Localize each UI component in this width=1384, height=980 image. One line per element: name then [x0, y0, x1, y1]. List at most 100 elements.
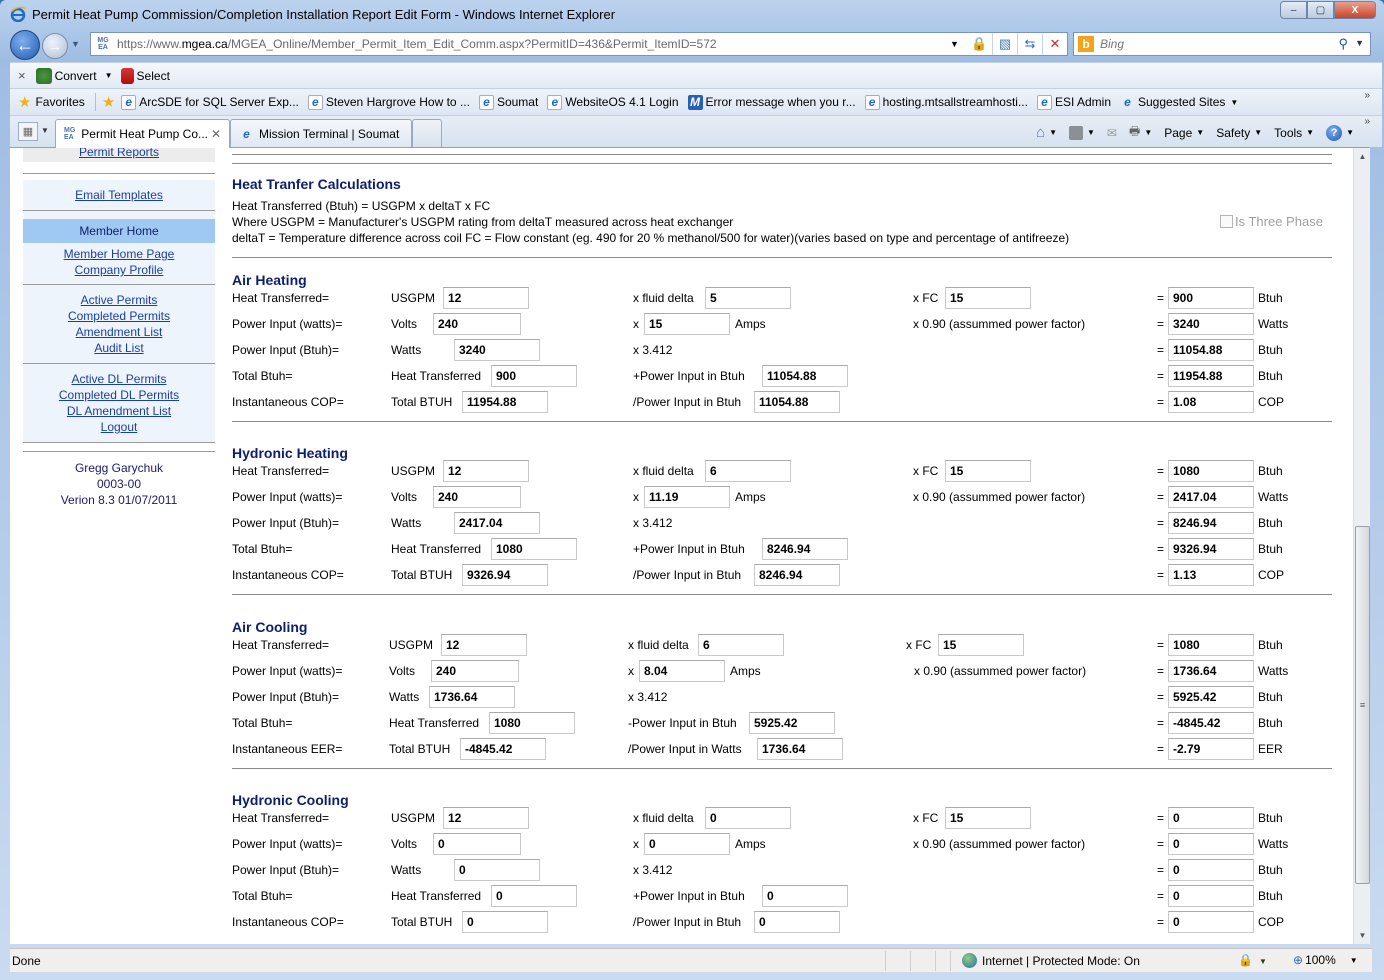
result-input[interactable]: [1168, 460, 1254, 482]
sidebar-link-active-dl-permits[interactable]: Active DL Permits: [23, 371, 215, 387]
search-input[interactable]: Bing: [1100, 37, 1124, 51]
suggested-sites-button[interactable]: e Suggested Sites ▼: [1120, 95, 1238, 110]
value-input[interactable]: [431, 660, 519, 682]
result-input[interactable]: [1168, 287, 1254, 309]
recent-pages-dropdown[interactable]: ▼: [71, 39, 80, 49]
close-tab-icon[interactable]: ✕: [211, 127, 221, 141]
print-button[interactable]: 🖶 ▼: [1129, 122, 1152, 143]
page-menu[interactable]: Page ▼: [1164, 126, 1204, 140]
favorite-link[interactable]: e ArcSDE for SQL Server Exp...: [121, 94, 299, 110]
value-input[interactable]: [749, 712, 835, 734]
convert-button[interactable]: Convert ▼: [35, 67, 113, 84]
protected-mode-icon[interactable]: 🔒 ▼: [1238, 953, 1267, 967]
sidebar-link-permit-reports[interactable]: Permit Reports: [23, 148, 215, 160]
result-input[interactable]: [1168, 339, 1254, 361]
value-input[interactable]: [762, 538, 848, 560]
result-input[interactable]: [1168, 686, 1254, 708]
sidebar-link-dl-amendment-list[interactable]: DL Amendment List: [23, 403, 215, 419]
result-input[interactable]: [1168, 911, 1254, 933]
sidebar-link-logout[interactable]: Logout: [23, 419, 215, 435]
value-input[interactable]: [441, 634, 527, 656]
close-window-button[interactable]: X: [1334, 1, 1376, 19]
security-zone[interactable]: Internet | Protected Mode: On: [962, 953, 1140, 968]
value-input[interactable]: [644, 486, 730, 508]
result-input[interactable]: [1168, 634, 1254, 656]
value-input[interactable]: [443, 460, 529, 482]
more-tools-chevron-icon[interactable]: »: [1364, 116, 1370, 127]
value-input[interactable]: [491, 885, 577, 907]
result-input[interactable]: [1168, 807, 1254, 829]
lock-icon[interactable]: 🔒: [967, 33, 992, 55]
close-toolbar-icon[interactable]: ×: [18, 68, 26, 83]
select-button[interactable]: Select: [120, 67, 170, 84]
tab-permit-heat-pump[interactable]: MG EA Permit Heat Pump Co... ✕: [55, 119, 230, 148]
value-input[interactable]: [491, 365, 577, 387]
value-input[interactable]: [754, 391, 840, 413]
scroll-down-arrow-icon[interactable]: ▼: [1354, 927, 1371, 944]
safety-menu[interactable]: Safety ▼: [1216, 126, 1262, 140]
value-input[interactable]: [762, 365, 848, 387]
search-box[interactable]: b Bing ⚲ ▼: [1073, 32, 1371, 56]
zoom-level[interactable]: ⊕ 100% ▼: [1293, 953, 1358, 967]
value-input[interactable]: [644, 833, 730, 855]
result-input[interactable]: [1168, 738, 1254, 760]
sidebar-link-audit-list[interactable]: Audit List: [23, 340, 215, 356]
value-input[interactable]: [705, 287, 791, 309]
result-input[interactable]: [1168, 313, 1254, 335]
result-input[interactable]: [1168, 391, 1254, 413]
value-input[interactable]: [433, 833, 521, 855]
convert-dropdown-icon[interactable]: ▼: [105, 71, 113, 80]
value-input[interactable]: [443, 287, 529, 309]
favorite-link[interactable]: e ESI Admin: [1036, 94, 1111, 110]
scrollbar-thumb[interactable]: ≡: [1355, 526, 1370, 884]
value-input[interactable]: [454, 512, 540, 534]
minimize-button[interactable]: –: [1280, 1, 1307, 19]
result-input[interactable]: [1168, 365, 1254, 387]
value-input[interactable]: [454, 859, 540, 881]
result-input[interactable]: [1168, 486, 1254, 508]
value-input[interactable]: [491, 538, 577, 560]
favorite-link[interactable]: M Error message when you r...: [687, 94, 856, 110]
value-input[interactable]: [460, 738, 546, 760]
read-mail-button[interactable]: ✉: [1107, 126, 1117, 140]
value-input[interactable]: [705, 460, 791, 482]
value-input[interactable]: [454, 339, 540, 361]
result-input[interactable]: [1168, 660, 1254, 682]
address-url[interactable]: https://www.mgea.ca/MGEA_Online/Member_P…: [117, 37, 942, 51]
value-input[interactable]: [433, 313, 521, 335]
tools-menu[interactable]: Tools ▼: [1274, 126, 1314, 140]
search-icon[interactable]: ⚲: [1338, 36, 1348, 52]
value-input[interactable]: [762, 885, 848, 907]
new-tab-button[interactable]: [412, 119, 442, 148]
feeds-button[interactable]: ▼: [1069, 125, 1095, 140]
sidebar-link-completed-dl-permits[interactable]: Completed DL Permits: [23, 387, 215, 403]
help-menu[interactable]: ? ▼: [1326, 124, 1354, 141]
value-input[interactable]: [945, 287, 1031, 309]
maximize-button[interactable]: ▢: [1307, 1, 1334, 19]
value-input[interactable]: [644, 313, 730, 335]
sidebar-link-active-permits[interactable]: Active Permits: [23, 292, 215, 308]
result-input[interactable]: [1168, 885, 1254, 907]
favorite-link[interactable]: e Soumat: [478, 94, 538, 110]
value-input[interactable]: [945, 460, 1031, 482]
more-favorites-chevron-icon[interactable]: »: [1364, 90, 1370, 101]
sidebar-link-company-profile[interactable]: Company Profile: [23, 262, 215, 278]
value-input[interactable]: [429, 686, 515, 708]
value-input[interactable]: [433, 486, 521, 508]
value-input[interactable]: [462, 391, 548, 413]
search-options-dropdown[interactable]: ▼: [1355, 38, 1364, 48]
forward-button[interactable]: →: [42, 33, 68, 59]
value-input[interactable]: [754, 911, 840, 933]
quick-tabs-button[interactable]: ▦: [18, 122, 38, 141]
value-input[interactable]: [462, 911, 548, 933]
sidebar-link-completed-permits[interactable]: Completed Permits: [23, 308, 215, 324]
address-bar[interactable]: MG EA https://www.mgea.ca/MGEA_Online/Mem…: [90, 32, 1068, 56]
tab-list-dropdown[interactable]: ▼: [41, 126, 49, 135]
back-button[interactable]: ←: [10, 30, 40, 60]
stop-icon[interactable]: ✕: [1042, 33, 1067, 55]
favorite-link[interactable]: e hosting.mtsallstreamhosti...: [864, 94, 1028, 110]
value-input[interactable]: [757, 738, 843, 760]
tab-mission-terminal[interactable]: e Mission Terminal | Soumat: [230, 119, 412, 148]
result-input[interactable]: [1168, 564, 1254, 586]
refresh-icon[interactable]: ⇆: [1017, 33, 1042, 55]
